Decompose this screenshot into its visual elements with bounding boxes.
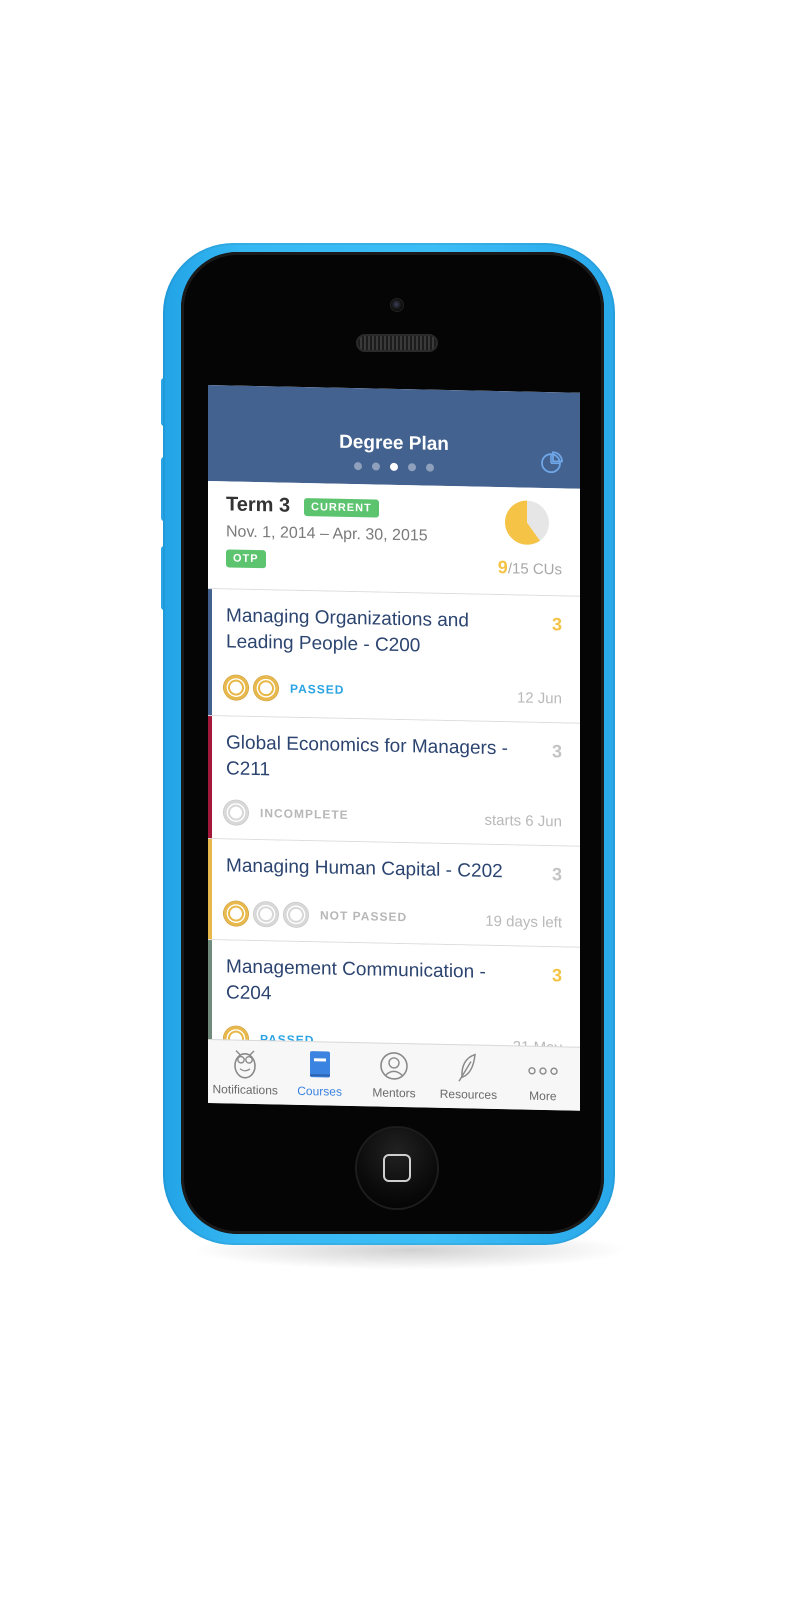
seal-pending-icon (224, 800, 248, 825)
navigation-bar: Degree Plan (208, 385, 580, 489)
course-status-row: NOT PASSED (224, 901, 407, 929)
seal-pending-icon (254, 901, 278, 927)
course-title: Managing Human Capital - C202 (226, 855, 503, 883)
course-date: starts 6 Jun (484, 811, 562, 831)
page-indicator[interactable] (208, 459, 580, 475)
earpiece-speaker (356, 334, 438, 352)
tab-label: Mentors (372, 1085, 416, 1101)
owl-icon (234, 1050, 257, 1079)
course-status: INCOMPLETE (260, 806, 349, 822)
term-progress-pie (505, 500, 549, 545)
tab-notifications[interactable]: Notifications (208, 1040, 282, 1105)
page-dot[interactable] (354, 462, 362, 471)
course-title: Management Communication - C204 (226, 956, 486, 1005)
tab-courses[interactable]: Courses (282, 1042, 356, 1107)
book-icon (309, 1051, 330, 1078)
cus-completed: 9 (497, 557, 508, 578)
page-dot[interactable] (426, 463, 434, 472)
tab-more[interactable]: More (506, 1046, 580, 1111)
person-icon (380, 1052, 408, 1080)
seal-passed-icon (224, 675, 248, 700)
course-accent-bar (208, 839, 212, 940)
term-summary[interactable]: Term 3 CURRENT Nov. 1, 2014 – Apr. 30, 2… (208, 481, 580, 597)
course-status-row: INCOMPLETE (224, 800, 349, 827)
app-screen: Degree Plan Term 3 CURRENT Nov. 1, 2014 … (208, 385, 580, 1111)
cus-total: /15 CUs (507, 560, 562, 579)
course-status-row: PASSED (224, 675, 344, 702)
course-row[interactable]: Global Economics for Managers - C211 3 I… (208, 716, 580, 847)
front-camera (390, 298, 404, 312)
course-cu: 3 (551, 741, 562, 762)
course-title: Global Economics for Managers - C211 (226, 732, 508, 781)
seal-pending-icon (284, 902, 308, 928)
credit-units: 9/15 CUs (498, 557, 562, 579)
term-dates: Nov. 1, 2014 – Apr. 30, 2015 (226, 523, 428, 545)
course-cu: 3 (551, 864, 562, 885)
device-mockup: Degree Plan Term 3 CURRENT Nov. 1, 2014 … (0, 0, 800, 1600)
course-title: Managing Organizations and Leading Peopl… (226, 605, 469, 657)
current-badge: CURRENT (304, 498, 379, 518)
tab-label: More (529, 1088, 557, 1104)
course-date: 12 Jun (516, 689, 562, 708)
course-cu: 3 (551, 614, 562, 635)
seal-passed-icon (224, 901, 248, 926)
seal-passed-icon (254, 675, 278, 701)
more-dots-icon (528, 1067, 558, 1075)
page-dot[interactable] (372, 462, 380, 471)
course-row[interactable]: Managing Organizations and Leading Peopl… (208, 589, 580, 724)
pie-chart-icon[interactable] (540, 450, 564, 475)
feather-icon (458, 1053, 477, 1082)
term-title: Term 3 (226, 493, 291, 517)
course-accent-bar (208, 716, 212, 839)
tab-bar: Notifications Courses Mentors Resources … (208, 1039, 580, 1111)
otp-badge: OTP (226, 549, 266, 569)
course-status: PASSED (290, 681, 345, 697)
tab-label: Courses (297, 1083, 342, 1099)
tab-mentors[interactable]: Mentors (357, 1043, 431, 1108)
home-button[interactable] (357, 1128, 437, 1208)
course-cu: 3 (551, 965, 562, 986)
tab-label: Resources (439, 1086, 498, 1103)
tab-label: Notifications (212, 1082, 278, 1098)
course-row[interactable]: Managing Human Capital - C202 3 NOT PASS… (208, 839, 580, 948)
page-title: Degree Plan (339, 431, 449, 456)
page-dot-active[interactable] (390, 462, 398, 471)
page-dot[interactable] (408, 463, 416, 472)
course-accent-bar (208, 589, 212, 716)
course-status: NOT PASSED (320, 908, 408, 925)
course-date: 19 days left (485, 912, 562, 932)
tab-resources[interactable]: Resources (431, 1045, 505, 1110)
